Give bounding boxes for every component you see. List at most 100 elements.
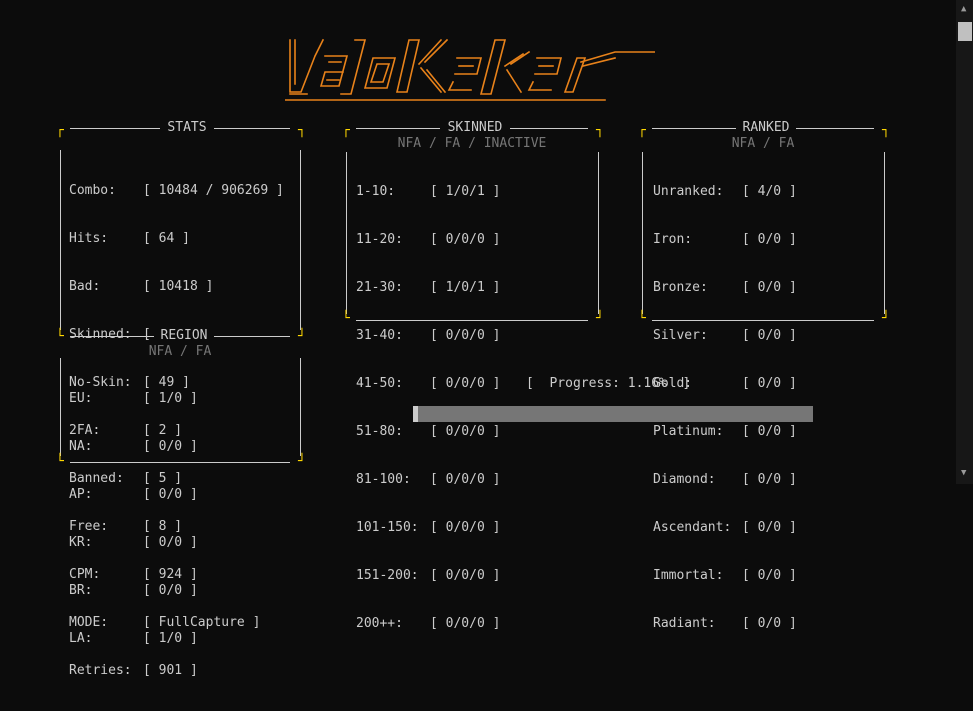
stats-label: Hits:: [69, 231, 109, 246]
stats-corner-top-right: ┐: [298, 123, 306, 138]
region-value: [ 0/0 ]: [143, 535, 198, 550]
skinned-value: [ 0/0/0 ]: [430, 616, 501, 631]
ranked-label: Diamond:: [653, 472, 716, 487]
stats-row-hits: Hits: [ 64 ]: [69, 231, 284, 247]
progress-label: [ Progress: 1.16% ]: [526, 376, 691, 391]
region-rows: EU: [ 1/0 ] NA: [ 0/0 ] AP: [ 0/0 ] KR: [ 0/…: [69, 359, 198, 679]
ranked-label: Unranked:: [653, 184, 724, 199]
region-value: [ 0/0 ]: [143, 583, 198, 598]
ranked-label: Iron:: [653, 232, 693, 247]
skinned-row: 31-40: [ 0/0/0 ]: [356, 328, 500, 344]
skinned-label: 41-50:: [356, 376, 403, 391]
skinned-row: 51-80: [ 0/0/0 ]: [356, 424, 500, 440]
stats-right-border: [300, 150, 301, 330]
skinned-label: 51-80:: [356, 424, 403, 439]
skinned-label: 1-10:: [356, 184, 396, 199]
stats-title: STATS: [160, 120, 214, 135]
stats-value: [ 64 ]: [143, 231, 190, 246]
region-subtitle: NFA / FA: [148, 344, 212, 359]
ranked-value: [ 0/0 ]: [742, 520, 797, 535]
region-right-border: [300, 358, 301, 456]
ranked-row-immortal: Immortal: [ 0/0 ]: [653, 568, 797, 584]
ranked-value: [ 0/0 ]: [742, 616, 797, 631]
stats-corner-bottom-right: ┘: [298, 329, 306, 344]
ranked-row-diamond: Diamond: [ 0/0 ]: [653, 472, 797, 488]
vertical-scrollbar[interactable]: [956, 0, 973, 484]
stats-label: Skinned:: [69, 327, 132, 342]
region-row-eu: EU: [ 1/0 ]: [69, 391, 198, 407]
ranked-row-bronze: Bronze: [ 0/0 ]: [653, 280, 797, 296]
skinned-left-border: [346, 152, 347, 314]
ranked-row-silver: Silver: [ 0/0 ]: [653, 328, 797, 344]
ranked-label: Bronze:: [653, 280, 708, 295]
ranked-label: Radiant:: [653, 616, 716, 631]
ranked-row-iron: Iron: [ 0/0 ]: [653, 232, 797, 248]
progress-bar: [413, 406, 813, 422]
ranked-corner-bottom-left: └: [638, 311, 646, 326]
skinned-row: 21-30: [ 1/0/1 ]: [356, 280, 500, 296]
region-corner-bottom-right: ┘: [298, 454, 306, 469]
stats-corner-top-left: ┌: [56, 123, 64, 138]
skinned-value: [ 1/0/1 ]: [430, 280, 501, 295]
skinned-row: 81-100: [ 0/0/0 ]: [356, 472, 500, 488]
skinned-corner-bottom-left: └: [342, 311, 350, 326]
ranked-value: [ 0/0 ]: [742, 424, 797, 439]
region-label: NA:: [69, 439, 93, 454]
region-corner-bottom-left: └: [56, 454, 64, 469]
region-row-na: NA: [ 0/0 ]: [69, 439, 198, 455]
region-value: [ 1/0 ]: [143, 391, 198, 406]
stats-row-combo: Combo: [ 10484 / 906269 ]: [69, 183, 284, 199]
ranked-left-border: [642, 152, 643, 314]
ranked-label: Immortal:: [653, 568, 724, 583]
region-label: LA:: [69, 631, 93, 646]
skinned-value: [ 0/0/0 ]: [430, 472, 501, 487]
region-row-la: LA: [ 1/0 ]: [69, 631, 198, 647]
region-label: EU:: [69, 391, 93, 406]
region-label: AP:: [69, 487, 93, 502]
region-row-kr: KR: [ 0/0 ]: [69, 535, 198, 551]
skinned-value: [ 0/0/0 ]: [430, 520, 501, 535]
ranked-value: [ 0/0 ]: [742, 280, 797, 295]
skinned-label: 101-150:: [356, 520, 419, 535]
stats-row-bad: Bad: [ 10418 ]: [69, 279, 284, 295]
scrollbar-thumb[interactable]: [958, 22, 972, 41]
skinned-label: 200++:: [356, 616, 403, 631]
ranked-value: [ 0/0 ]: [742, 376, 797, 391]
progress-bar-fill: [413, 406, 418, 422]
ranked-corner-bottom-right: ┘: [882, 311, 890, 326]
skinned-right-border: [598, 152, 599, 314]
ranked-value: [ 0/0 ]: [742, 232, 797, 247]
region-value: [ 1/0 ]: [143, 631, 198, 646]
skinned-row: 151-200: [ 0/0/0 ]: [356, 568, 500, 584]
ranked-value: [ 0/0 ]: [742, 568, 797, 583]
scroll-up-arrow-icon[interactable]: ▲: [961, 5, 966, 14]
ranked-value: [ 0/0 ]: [742, 472, 797, 487]
ranked-value: [ 0/0 ]: [742, 328, 797, 343]
region-label: KR:: [69, 535, 93, 550]
region-value: [ 0/0 ]: [143, 439, 198, 454]
ranked-row-radiant: Radiant: [ 0/0 ]: [653, 616, 797, 632]
ranked-label: Platinum:: [653, 424, 724, 439]
ranked-label: Ascendant:: [653, 520, 732, 535]
region-row-br: BR: [ 0/0 ]: [69, 583, 198, 599]
skinned-row: 101-150: [ 0/0/0 ]: [356, 520, 500, 536]
region-label: BR:: [69, 583, 93, 598]
ranked-row-ascendant: Ascendant: [ 0/0 ]: [653, 520, 797, 536]
skinned-label: 21-30:: [356, 280, 403, 295]
skinned-value: [ 1/0/1 ]: [430, 184, 501, 199]
region-left-border: [60, 358, 61, 456]
skinned-label: 81-100:: [356, 472, 411, 487]
region-row-ap: AP: [ 0/0 ]: [69, 487, 198, 503]
skinned-corner-bottom-right: ┘: [596, 311, 604, 326]
skinned-subtitle: NFA / FA / INACTIVE: [397, 136, 547, 151]
scroll-down-arrow-icon[interactable]: ▼: [961, 469, 966, 478]
ranked-row-platinum: Platinum: [ 0/0 ]: [653, 424, 797, 440]
skinned-value: [ 0/0/0 ]: [430, 328, 501, 343]
region-title: REGION: [154, 328, 214, 343]
skinned-label: 11-20:: [356, 232, 403, 247]
ranked-title: RANKED: [736, 120, 796, 135]
ranked-right-border: [884, 152, 885, 314]
skinned-value: [ 0/0/0 ]: [430, 376, 501, 391]
ranked-row-unranked: Unranked: [ 4/0 ]: [653, 184, 797, 200]
stats-corner-bottom-left: └: [56, 329, 64, 344]
